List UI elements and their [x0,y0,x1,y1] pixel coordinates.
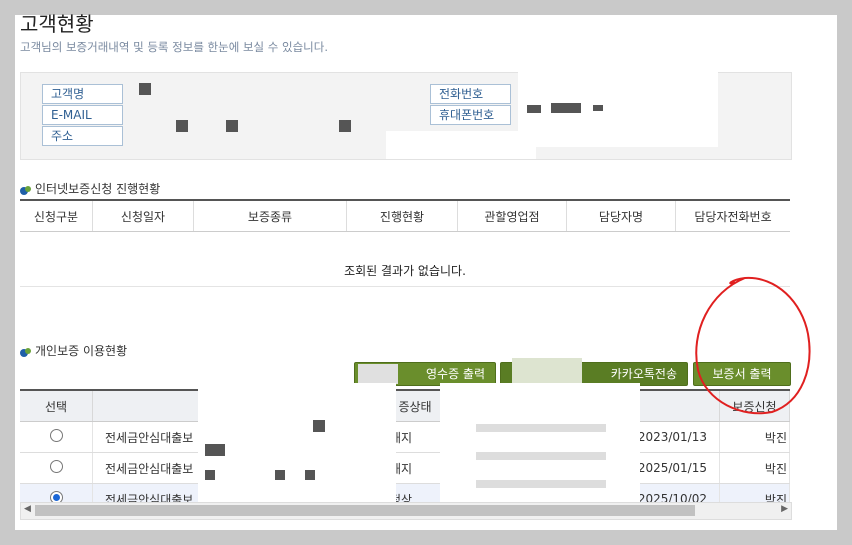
redaction-patch-3 [358,364,398,384]
redacted-mobile-3 [593,105,603,111]
table-row[interactable]: 전세금안심대출보 해지 2023/01/13 박진 [20,421,790,453]
row-select-radio[interactable] [49,429,63,442]
redacted-cell-2 [205,444,225,456]
scroll-right-icon[interactable]: ▶ [781,504,788,514]
redacted-address-2 [226,120,238,132]
col-guarantee-type: 보증종류 [193,199,347,232]
table-row[interactable]: 전세금안심대출보 해지 2025/01/15 박진 [20,452,790,484]
redacted-period-3 [476,480,606,488]
col-branch: 관할영업점 [457,199,567,232]
redacted-period-1 [476,424,606,432]
scrollbar-thumb[interactable] [35,505,695,516]
label-address: 주소 [42,126,123,146]
redacted-cell-5 [305,470,315,480]
page-title: 고객현황 [20,12,94,36]
label-phone: 전화번호 [430,84,511,104]
online-section-title: 인터넷보증신청 진행현황 [20,180,160,197]
col-manager-phone: 담당자전화번호 [675,199,790,232]
label-customer-name: 고객명 [42,84,123,104]
col-progress: 진행현황 [346,199,458,232]
personal-guarantee-table: 선택 보증종류 증상태 증기간 보증신청 전세금안심대출보 해지 2023/01… [20,389,790,515]
empty-result-message: 조회된 결과가 없습니다. [344,264,466,278]
section-bullet-icon [20,346,32,357]
personal-section-title: 개인보증 이용현황 [20,342,127,359]
col-applicant: 보증신청 [719,389,790,422]
redacted-mobile-2 [551,103,581,113]
cell-applicant: 박진 [719,421,790,453]
redacted-cell-4 [275,470,285,480]
divider [20,286,790,287]
label-email: E-MAIL [42,105,123,125]
label-mobile: 휴대폰번호 [430,105,511,125]
col-select: 선택 [20,389,93,422]
redacted-cell-1 [313,420,325,432]
redacted-address-3 [339,120,351,132]
redacted-mobile-1 [527,105,541,113]
cell-applicant: 박진 [719,452,790,484]
horizontal-scrollbar[interactable]: ◀ ▶ [20,502,792,520]
col-manager: 담당자명 [566,199,676,232]
redaction-patch-2 [518,67,718,147]
redaction-patch-4 [512,358,582,384]
customer-info-box: 고객명 E-MAIL 주소 전화번호 휴대폰번호 [20,67,792,160]
page-subtitle: 고객님의 보증거래내역 및 등록 정보를 한눈에 보실 수 있습니다. [20,40,328,54]
col-apply-type: 신청구분 [20,199,93,232]
redacted-name [139,83,151,95]
redaction-patch-1 [386,131,536,159]
col-apply-date: 신청일자 [92,199,194,232]
online-application-table: 신청구분 신청일자 보증종류 진행현황 관할영업점 담당자명 담당자전화번호 [20,199,790,232]
redaction-patch-5 [198,383,396,505]
redacted-address-1 [176,120,188,132]
row-select-radio[interactable] [49,460,63,473]
redacted-cell-3 [205,470,215,480]
redacted-period-2 [476,452,606,460]
certificate-print-button[interactable]: 보증서 출력 [693,362,791,386]
scroll-left-icon[interactable]: ◀ [24,504,31,514]
section-bullet-icon [20,184,32,195]
